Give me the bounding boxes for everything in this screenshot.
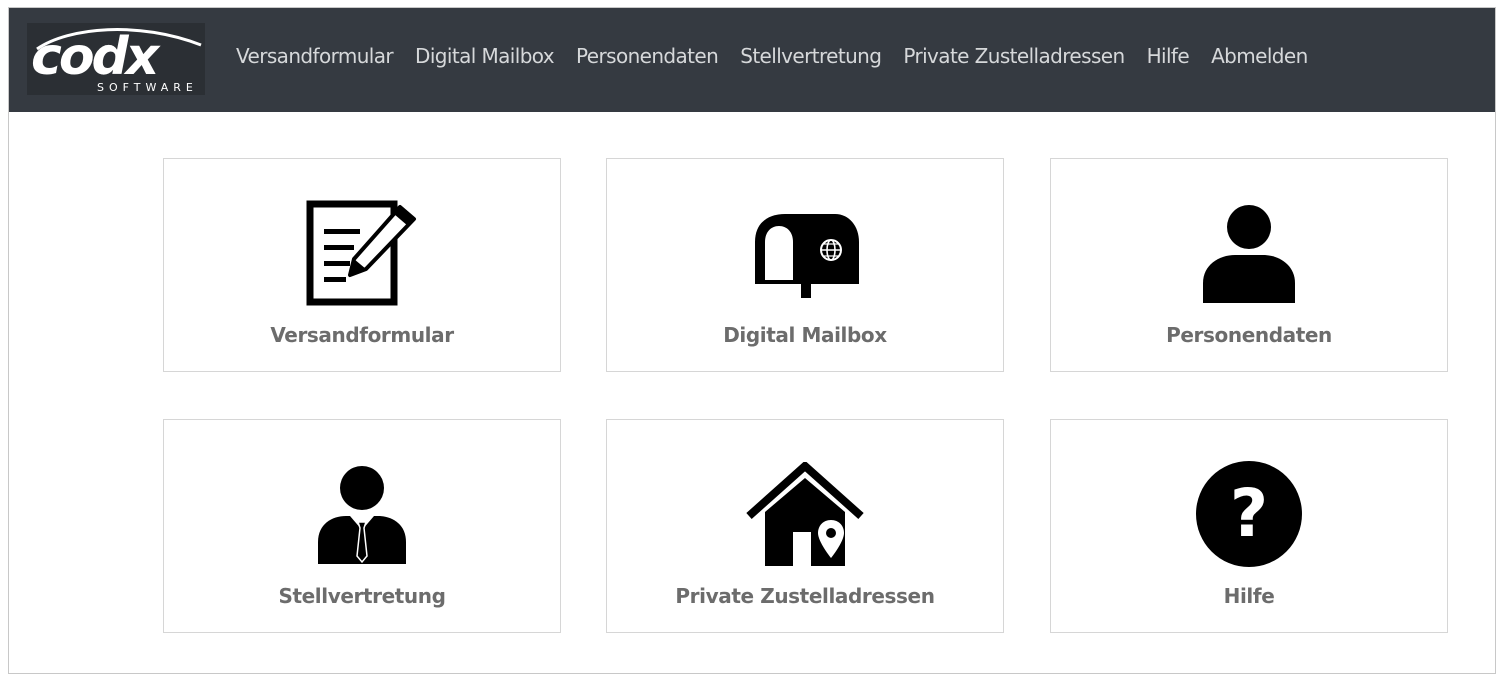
form-edit-icon — [306, 200, 416, 306]
tile-label: Private Zustelladressen — [675, 584, 935, 608]
tile-label: Digital Mailbox — [723, 323, 887, 347]
tile-digital-mailbox[interactable]: Digital Mailbox — [606, 158, 1004, 372]
main-nav: Versandformular Digital Mailbox Personen… — [236, 44, 1330, 68]
tile-stellvertretung[interactable]: Stellvertretung — [163, 419, 561, 633]
nav-item-abmelden[interactable]: Abmelden — [1211, 44, 1308, 68]
tile-label: Stellvertretung — [278, 584, 446, 608]
app-frame: codx SOFTWARE Versandformular Digital Ma… — [8, 7, 1496, 674]
svg-text:?: ? — [1230, 475, 1268, 552]
house-location-icon — [746, 462, 864, 566]
codx-logo[interactable]: codx SOFTWARE — [27, 23, 205, 95]
question-circle-icon: ? — [1196, 461, 1302, 567]
tile-label: Versandformular — [270, 323, 454, 347]
nav-item-versandformular[interactable]: Versandformular — [236, 44, 394, 68]
logo-subtitle: SOFTWARE — [97, 81, 198, 94]
businessman-icon — [318, 466, 406, 564]
person-icon — [1203, 205, 1295, 303]
tile-personendaten[interactable]: Personendaten — [1050, 158, 1448, 372]
nav-item-personendaten[interactable]: Personendaten — [576, 44, 719, 68]
top-navbar: codx SOFTWARE Versandformular Digital Ma… — [9, 8, 1495, 112]
nav-item-stellvertretung[interactable]: Stellvertretung — [740, 44, 882, 68]
mailbox-globe-icon — [755, 214, 859, 298]
nav-item-private-zustelladressen[interactable]: Private Zustelladressen — [903, 44, 1125, 68]
tile-hilfe[interactable]: ? Hilfe — [1050, 419, 1448, 633]
tile-label: Personendaten — [1166, 323, 1332, 347]
nav-item-digital-mailbox[interactable]: Digital Mailbox — [415, 44, 555, 68]
tile-private-zustelladressen[interactable]: Private Zustelladressen — [606, 419, 1004, 633]
nav-item-hilfe[interactable]: Hilfe — [1147, 44, 1190, 68]
tile-label: Hilfe — [1223, 584, 1275, 608]
logo-word: codx — [31, 27, 159, 87]
tile-versandformular[interactable]: Versandformular — [163, 158, 561, 372]
